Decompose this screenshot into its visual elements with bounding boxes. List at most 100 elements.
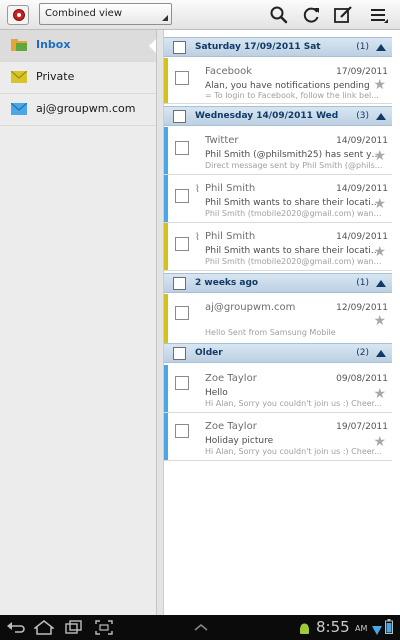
group-checkbox[interactable] xyxy=(173,110,186,123)
account-color-bar xyxy=(164,223,168,270)
account-color-bar xyxy=(164,294,168,343)
group-count: (1) xyxy=(356,278,369,288)
envelope-yellow-icon xyxy=(11,71,27,83)
screenshot-icon[interactable] xyxy=(94,619,114,636)
message-item[interactable]: Facebook 17/09/2011 Alan, you have notif… xyxy=(164,58,392,104)
message-date: 09/08/2011 xyxy=(336,374,388,384)
group-header[interactable]: Saturday 17/09/2011 Sat (1) xyxy=(164,37,392,57)
pane-divider[interactable] xyxy=(157,30,164,615)
star-icon[interactable]: ★ xyxy=(373,387,386,401)
collapse-arrow-icon[interactable] xyxy=(376,44,386,51)
collapse-arrow-icon[interactable] xyxy=(376,350,386,357)
android-icon xyxy=(299,621,310,640)
message-preview: Phil Smith (tmobile2020@gmail.com) want.… xyxy=(205,209,383,218)
group-header[interactable]: Wednesday 14/09/2011 Wed (3) xyxy=(164,106,392,126)
star-icon[interactable]: ★ xyxy=(373,78,386,92)
message-sender: aj@groupwm.com xyxy=(205,302,296,313)
account-color-bar xyxy=(164,58,168,103)
collapse-arrow-icon[interactable] xyxy=(376,280,386,287)
envelope-blue-icon xyxy=(11,103,27,115)
message-item[interactable]: Twitter 14/09/2011 Phil Smith (@philsmit… xyxy=(164,127,392,175)
folder-label: Private xyxy=(36,70,75,83)
message-sender: Twitter xyxy=(205,135,239,146)
message-preview: Direct message sent by Phil Smith (@phil… xyxy=(205,161,383,170)
message-list: Saturday 17/09/2011 Sat (1) Facebook 17/… xyxy=(164,30,400,615)
group-count: (2) xyxy=(356,348,369,358)
collapse-arrow-icon[interactable] xyxy=(376,113,386,120)
message-checkbox[interactable] xyxy=(175,71,189,85)
folder-sidebar: Inbox Private aj@groupwm.com xyxy=(0,30,157,615)
folder-account[interactable]: aj@groupwm.com xyxy=(0,94,157,126)
message-subject: Phil Smith wants to share their locatio.… xyxy=(205,246,383,256)
star-icon[interactable]: ★ xyxy=(373,149,386,163)
message-subject: Phil Smith (@philsmith25) has sent yo... xyxy=(205,150,383,160)
back-icon[interactable] xyxy=(6,619,26,636)
message-preview: Hi Alan, Sorry you couldn't join us :) C… xyxy=(205,447,382,456)
message-item[interactable]: aj@groupwm.com 12/09/2011 Hello Sent fro… xyxy=(164,294,392,344)
message-subject: Alan, you have notifications pending xyxy=(205,81,370,91)
inbox-folder-icon xyxy=(11,39,27,51)
folder-private[interactable]: Private xyxy=(0,62,157,94)
search-icon[interactable] xyxy=(268,4,290,26)
message-item[interactable]: Zoe Taylor 09/08/2011 Hello Hi Alan, Sor… xyxy=(164,365,392,413)
message-item[interactable]: ⌇ Phil Smith 14/09/2011 Phil Smith wants… xyxy=(164,223,392,271)
group-count: (3) xyxy=(356,111,369,121)
group-checkbox[interactable] xyxy=(173,347,186,360)
refresh-icon[interactable] xyxy=(300,4,322,26)
star-icon[interactable]: ★ xyxy=(373,197,386,211)
battery-icon xyxy=(385,619,393,638)
folder-inbox[interactable]: Inbox xyxy=(0,30,157,62)
message-date: 17/09/2011 xyxy=(336,67,388,77)
message-checkbox[interactable] xyxy=(175,237,189,251)
compose-icon[interactable] xyxy=(332,4,354,26)
group-count: (1) xyxy=(356,42,369,52)
message-checkbox[interactable] xyxy=(175,424,189,438)
message-item[interactable]: Zoe Taylor 19/07/2011 Holiday picture Hi… xyxy=(164,413,392,461)
account-color-bar xyxy=(164,175,168,222)
group-title: Saturday 17/09/2011 Sat xyxy=(195,42,321,52)
message-checkbox[interactable] xyxy=(175,376,189,390)
group-title: Wednesday 14/09/2011 Wed xyxy=(195,111,339,121)
message-subject: Holiday picture xyxy=(205,436,274,446)
view-selector-dropdown[interactable]: Combined view xyxy=(39,3,172,25)
message-preview: Hello Sent from Samsung Mobile xyxy=(205,328,336,337)
star-icon[interactable]: ★ xyxy=(373,435,386,449)
account-color-bar xyxy=(164,365,168,412)
message-sender: Facebook xyxy=(205,66,252,77)
menu-icon[interactable] xyxy=(368,4,390,26)
star-icon[interactable]: ★ xyxy=(373,314,386,328)
clock-ampm: AM xyxy=(355,624,368,633)
message-checkbox[interactable] xyxy=(175,189,189,203)
recent-apps-icon[interactable] xyxy=(64,619,84,636)
message-date: 19/07/2011 xyxy=(336,422,388,432)
clock-time: 8:55 xyxy=(316,618,350,636)
group-title: Older xyxy=(195,348,223,358)
selection-pointer xyxy=(149,38,157,54)
message-preview: Phil Smith (tmobile2020@gmail.com) want.… xyxy=(205,257,383,266)
message-checkbox[interactable] xyxy=(175,306,189,320)
wifi-icon xyxy=(372,621,382,640)
folder-label: Inbox xyxy=(36,38,71,51)
message-date: 14/09/2011 xyxy=(336,184,388,194)
system-bar: 8:55 AM xyxy=(0,615,400,640)
message-checkbox[interactable] xyxy=(175,141,189,155)
message-date: 14/09/2011 xyxy=(336,136,388,146)
folder-label: aj@groupwm.com xyxy=(36,102,136,115)
home-icon[interactable] xyxy=(32,619,56,636)
action-bar: Combined view xyxy=(0,0,400,30)
message-sender: Zoe Taylor xyxy=(205,373,257,384)
group-checkbox[interactable] xyxy=(173,41,186,54)
email-app-icon[interactable] xyxy=(7,5,29,25)
star-icon[interactable]: ★ xyxy=(373,245,386,259)
message-sender: Zoe Taylor xyxy=(205,421,257,432)
message-item[interactable]: ⌇ Phil Smith 14/09/2011 Phil Smith wants… xyxy=(164,175,392,223)
attachment-icon: ⌇ xyxy=(195,232,200,243)
group-header[interactable]: Older (2) xyxy=(164,343,392,363)
account-color-bar xyxy=(164,413,168,460)
group-header[interactable]: 2 weeks ago (1) xyxy=(164,273,392,293)
message-preview: Hi Alan, Sorry you couldn't join us :) C… xyxy=(205,399,382,408)
message-subject: Hello xyxy=(205,388,228,398)
up-arrow-icon[interactable] xyxy=(191,619,211,636)
group-checkbox[interactable] xyxy=(173,277,186,290)
group-title: 2 weeks ago xyxy=(195,278,259,288)
